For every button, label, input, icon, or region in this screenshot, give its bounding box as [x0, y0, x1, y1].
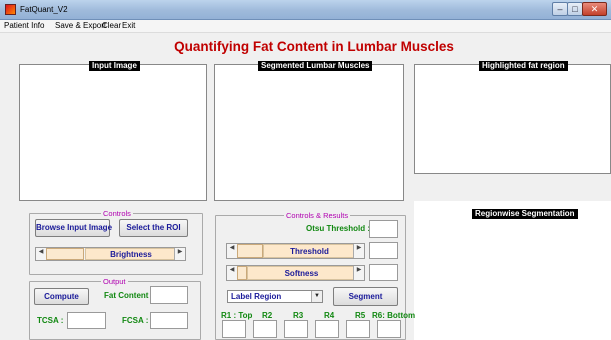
region-field-r2[interactable] [253, 320, 277, 338]
fcsa-label: FCSA : [122, 316, 149, 325]
region-field-r1[interactable] [222, 320, 246, 338]
menu-clear[interactable]: Clear [102, 21, 121, 30]
window-title: FatQuant_V2 [20, 5, 68, 14]
segmented-muscles-label: Segmented Lumbar Muscles [258, 61, 373, 71]
select-roi-button[interactable]: Select the ROI [119, 219, 188, 237]
menu-save-export[interactable]: Save & Export [55, 21, 106, 30]
region-label-r2: R2 [262, 311, 273, 320]
regionwise-pane [414, 201, 611, 340]
menu-exit[interactable]: Exit [122, 21, 135, 30]
otsu-threshold-field[interactable] [369, 220, 398, 238]
tcsa-label: TCSA : [37, 316, 64, 325]
controls-results-legend: Controls & Results [284, 211, 351, 220]
softness-field[interactable] [369, 264, 398, 281]
browse-input-image-button[interactable]: Browse Input Image [35, 219, 112, 237]
controls-legend: Controls [101, 209, 133, 218]
compute-button[interactable]: Compute [34, 288, 89, 305]
region-field-r5[interactable] [346, 320, 370, 338]
region-label-r3: R3 [293, 311, 304, 320]
softness-slider[interactable]: ◀ Softness ▶ [226, 265, 365, 281]
label-region-value: Label Region [231, 292, 282, 301]
segmented-muscles-pane [214, 64, 404, 201]
highlighted-fat-pane [414, 64, 611, 174]
otsu-threshold-label: Otsu Threshold : [306, 224, 370, 233]
regionwise-label: Regionwise Segmentation [472, 209, 578, 219]
region-label-r5: R5 [355, 311, 366, 320]
fat-content-field[interactable] [150, 286, 188, 304]
region-field-r6[interactable] [377, 320, 401, 338]
maximize-button[interactable]: □ [567, 2, 583, 16]
threshold-slider[interactable]: ◀ Threshold ▶ [226, 243, 365, 259]
slider-thumb[interactable] [237, 266, 247, 280]
title-bar [0, 0, 611, 20]
slider-right-arrow-icon[interactable]: ▶ [353, 244, 364, 258]
tcsa-field[interactable] [67, 312, 106, 329]
fcsa-field[interactable] [150, 312, 188, 329]
output-legend: Output [101, 277, 128, 286]
page-title: Quantifying Fat Content in Lumbar Muscle… [174, 39, 454, 54]
fat-content-label: Fat Content : [104, 291, 154, 300]
region-field-r4[interactable] [315, 320, 339, 338]
region-label-r6: R6: Bottom [372, 311, 416, 320]
segment-button[interactable]: Segment [333, 287, 398, 306]
slider-right-arrow-icon[interactable]: ▶ [174, 248, 185, 260]
input-image-pane [19, 64, 207, 201]
threshold-field[interactable] [369, 242, 398, 259]
brightness-slider[interactable]: ◀ Brightness ▶ [35, 247, 186, 261]
label-region-select[interactable]: Label Region ▼ [227, 290, 323, 303]
slider-thumb[interactable] [46, 248, 84, 260]
minimize-button[interactable]: – [552, 2, 568, 16]
softness-label: Softness [247, 266, 356, 280]
highlighted-fat-label: Highlighted fat region [479, 61, 568, 71]
threshold-label: Threshold [263, 244, 356, 258]
chevron-down-icon[interactable]: ▼ [311, 291, 322, 302]
region-field-r3[interactable] [284, 320, 308, 338]
app-icon [5, 4, 16, 15]
brightness-label: Brightness [85, 248, 177, 260]
close-button[interactable]: ✕ [582, 2, 607, 16]
slider-right-arrow-icon[interactable]: ▶ [353, 266, 364, 280]
menu-patient-info[interactable]: Patient Info [4, 21, 44, 30]
region-label-r1: R1 : Top [221, 311, 253, 320]
region-label-r4: R4 [324, 311, 335, 320]
input-image-label: Input Image [89, 61, 140, 71]
slider-thumb[interactable] [237, 244, 263, 258]
